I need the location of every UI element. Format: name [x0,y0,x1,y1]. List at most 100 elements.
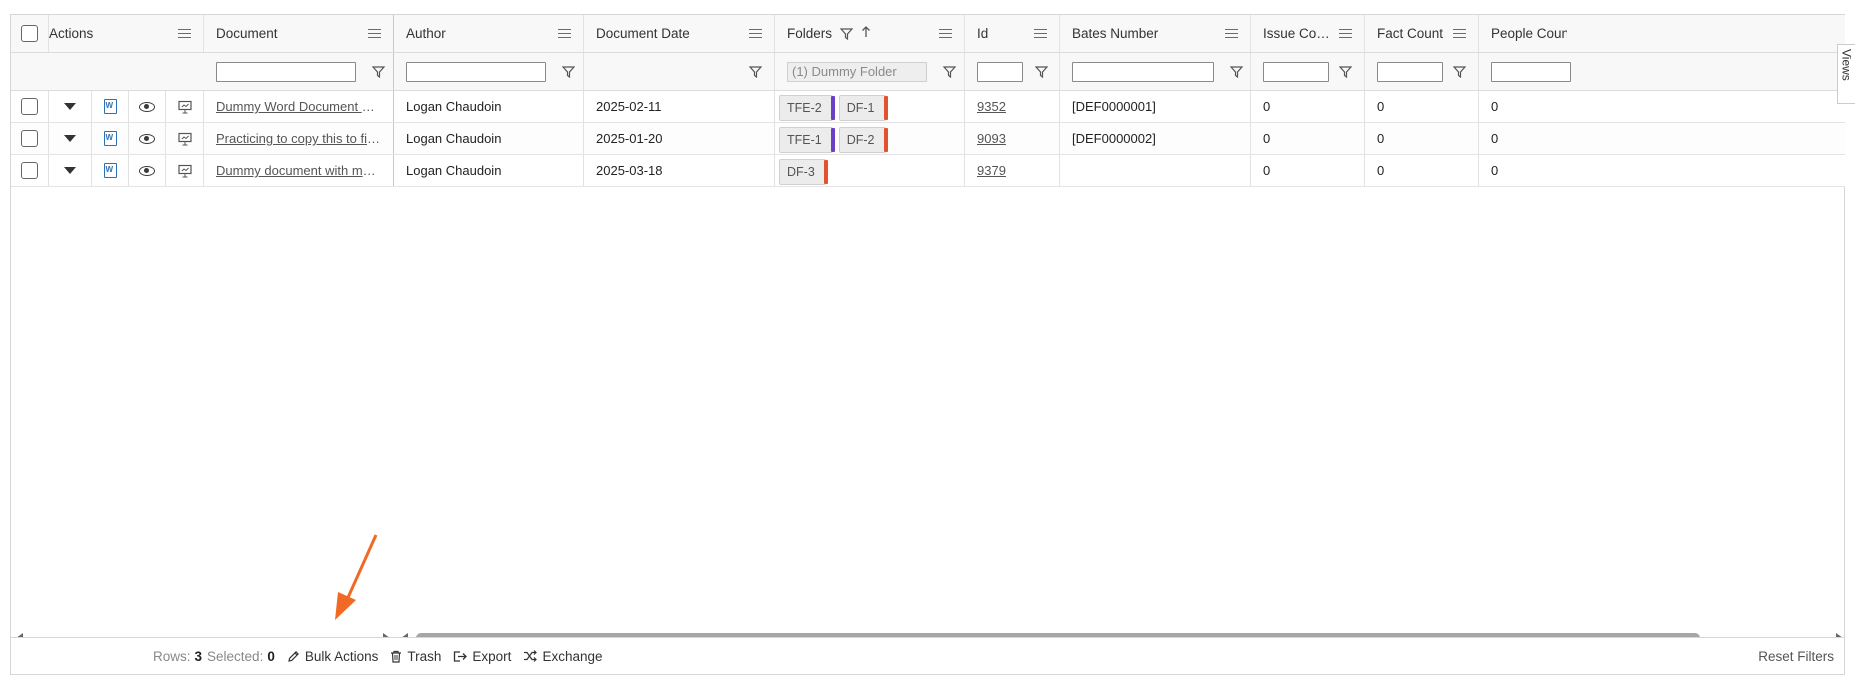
header-id[interactable]: Id [965,15,1060,52]
folder-tag[interactable]: DF-1 [838,95,888,121]
column-menu-icon[interactable] [368,28,381,39]
row-checkbox[interactable] [21,130,38,147]
filter-icon[interactable] [1339,65,1352,78]
id-cell: 9093 [965,123,1060,154]
header-author[interactable]: Author [394,15,584,52]
filter-spacer [49,53,204,90]
column-menu-icon[interactable] [749,28,762,39]
row-action-cell [129,155,166,186]
trash-label: Trash [407,648,442,664]
folder-tag[interactable]: TFE-2 [779,95,835,121]
column-menu-icon[interactable] [1034,28,1047,39]
expand-row-icon[interactable] [64,167,76,174]
expand-row-icon[interactable] [64,103,76,110]
header-bates-number[interactable]: Bates Number [1060,15,1251,52]
folder-tag[interactable]: DF-2 [838,127,888,153]
exchange-button[interactable]: Exchange [523,649,602,664]
row-checkbox[interactable] [21,162,38,179]
expand-row-icon[interactable] [64,135,76,142]
word-document-icon[interactable] [103,163,117,178]
filter-icon[interactable] [749,65,762,78]
column-menu-icon[interactable] [1225,28,1238,39]
status-bar: Rows: 3 Selected: 0 Bulk Actions Trash E… [10,637,1845,675]
document-filter-input[interactable] [216,61,356,82]
header-actions[interactable]: Actions [49,15,204,52]
filter-icon[interactable] [562,65,575,78]
filter-icon[interactable] [372,65,385,78]
document-link[interactable]: Dummy document with multipl... [216,163,381,178]
folder-tag-label: DF-1 [846,101,875,115]
fact-count-value: 0 [1377,99,1385,114]
bulk-actions-button[interactable]: Bulk Actions [287,648,379,664]
trash-icon [391,650,402,663]
word-document-icon[interactable] [103,99,117,114]
documents-grid: Actions Document Author Document Date Fo… [10,14,1845,674]
issue-count-filter-input[interactable] [1263,61,1329,82]
id-cell: 9379 [965,155,1060,186]
rows-label: Rows: [153,648,191,664]
filter-issue-count [1251,53,1365,90]
view-eye-icon[interactable] [139,133,155,144]
date-cell: 2025-02-11 [584,91,775,122]
reset-filters-button[interactable]: Reset Filters [1758,649,1834,664]
people-count-filter-input[interactable] [1491,61,1571,82]
header-document-date[interactable]: Document Date [584,15,775,52]
folders-filter-input[interactable] [787,61,927,82]
table-row[interactable]: Dummy document with multipl... Logan Chau… [11,155,1845,187]
column-menu-icon[interactable] [178,28,191,39]
header-fact-count[interactable]: Fact Count [1365,15,1479,52]
filter-icon[interactable] [1230,65,1243,78]
document-link[interactable]: Dummy Word Document 2025... [216,99,381,114]
table-row[interactable]: Dummy Word Document 2025... Logan Chaudoi… [11,91,1845,123]
bulk-actions-label: Bulk Actions [304,648,379,664]
date-value: 2025-02-11 [596,99,662,114]
header-folders[interactable]: Folders [775,15,965,52]
folder-tag[interactable]: TFE-1 [779,127,835,153]
id-link[interactable]: 9093 [977,131,1006,146]
filter-icon[interactable] [1453,65,1466,78]
presentation-icon[interactable] [177,132,192,146]
presentation-icon[interactable] [177,100,192,114]
column-menu-icon[interactable] [558,28,571,39]
folders-cell: TFE-2 DF-1 [775,91,965,122]
issue-count-value: 0 [1263,131,1271,146]
header-document[interactable]: Document [204,15,394,52]
view-eye-icon[interactable] [139,101,155,112]
table-row[interactable]: Practicing to copy this to file ro... Log… [11,123,1845,155]
column-menu-icon[interactable] [1453,28,1466,39]
folder-color-bar [830,96,835,120]
row-action-cell [92,91,129,122]
fact-count-cell: 0 [1365,155,1479,186]
row-select-cell [11,91,49,122]
header-people-count[interactable]: People Coun [1479,15,1579,52]
bates-filter-input[interactable] [1072,61,1214,82]
trash-button[interactable]: Trash [390,649,441,664]
header-document-date-label: Document Date [596,26,690,41]
filter-icon[interactable] [1035,65,1048,78]
bates-value: [DEF0000001] [1072,99,1156,114]
presentation-icon[interactable] [177,164,192,178]
column-menu-icon[interactable] [939,28,952,39]
views-side-tab[interactable]: Views [1837,44,1855,104]
id-link[interactable]: 9379 [977,163,1006,178]
header-fact-count-label: Fact Count [1377,26,1444,41]
word-document-icon[interactable] [103,131,117,146]
view-eye-icon[interactable] [139,165,155,176]
export-button[interactable]: Export [453,649,511,664]
select-all-checkbox[interactable] [21,25,38,42]
row-checkbox[interactable] [21,98,38,115]
sort-ascending-icon[interactable] [861,26,931,41]
author-filter-input[interactable] [406,61,546,82]
folder-tag[interactable]: DF-3 [779,159,828,185]
filter-spacer [11,53,49,90]
filter-icon[interactable] [943,65,956,78]
people-count-value: 0 [1491,99,1499,114]
fact-count-filter-input[interactable] [1377,61,1443,82]
row-action-cell [166,123,204,154]
id-link[interactable]: 9352 [977,99,1006,114]
id-filter-input[interactable] [977,61,1023,82]
column-menu-icon[interactable] [1339,28,1352,39]
header-issue-count[interactable]: Issue Count [1251,15,1365,52]
pencil-icon [288,650,299,662]
document-link[interactable]: Practicing to copy this to file ro... [216,131,381,146]
